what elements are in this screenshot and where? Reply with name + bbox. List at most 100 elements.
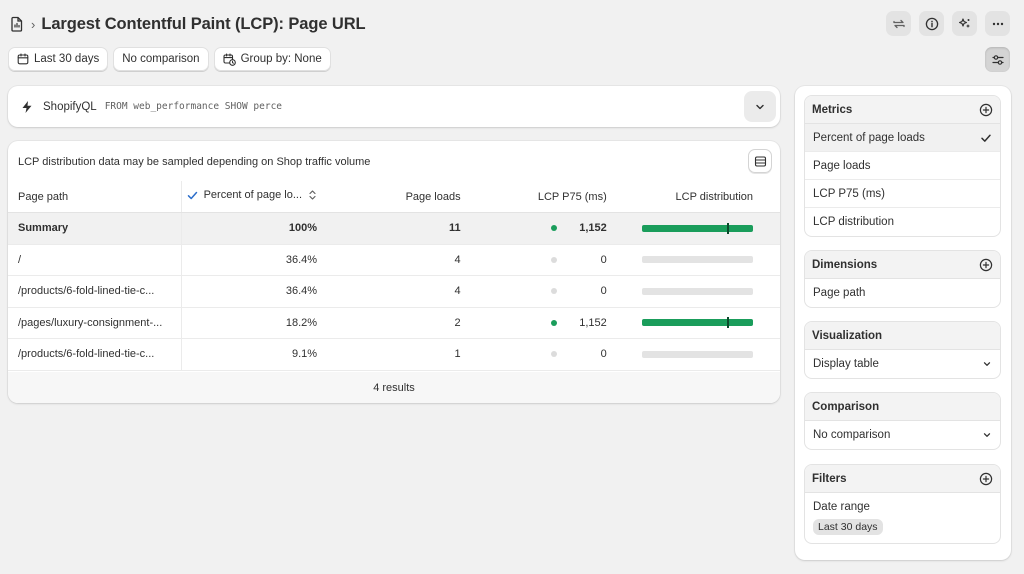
metric-item-lcp-p75[interactable]: LCP P75 (ms): [805, 180, 1000, 208]
column-header-percent[interactable]: Percent of page lo...: [181, 181, 318, 213]
filter-item-label: Date range: [813, 501, 870, 513]
comparison-select[interactable]: No comparison: [805, 421, 1000, 449]
row-distribution: [606, 307, 780, 339]
row-lcp-value: 0: [600, 285, 607, 298]
metric-item-label: Percent of page loads: [813, 131, 925, 144]
column-header-percent-label: Percent of page lo...: [203, 189, 303, 202]
row-lcp-value: 0: [600, 253, 607, 266]
table-header-row: Page path Percent of page lo... Page loa…: [8, 181, 780, 213]
row-lcp-value: 0: [600, 348, 607, 361]
add-filter-icon[interactable]: [979, 472, 993, 486]
metric-item-lcp-distribution[interactable]: LCP distribution: [805, 208, 1000, 236]
more-button[interactable]: [985, 11, 1010, 36]
distribution-bar: [642, 317, 753, 329]
refresh-button[interactable]: [886, 11, 911, 36]
filters-title: Filters: [812, 472, 847, 485]
sliders-icon: [991, 53, 1005, 67]
row-distribution: [606, 275, 780, 308]
status-dot: [550, 319, 557, 326]
distribution-bar: [642, 350, 753, 358]
metric-item-page-loads[interactable]: Page loads: [805, 152, 1000, 180]
chevron-down-icon: [982, 359, 992, 369]
column-header-lcp-distribution[interactable]: LCP distribution: [606, 181, 780, 213]
customize-settings-button[interactable]: [985, 47, 1010, 72]
checkmark-icon: [187, 190, 198, 201]
visualization-value: Display table: [813, 358, 879, 370]
row-percent: 36.4%: [181, 275, 318, 308]
query-code[interactable]: FROM web_performance SHOW perce: [105, 101, 282, 112]
filters-header: Filters: [805, 465, 1000, 493]
summary-distribution: [606, 212, 780, 245]
table-row[interactable]: / 36.4% 4 0: [8, 244, 780, 276]
metric-item-label: LCP P75 (ms): [813, 187, 886, 200]
distribution-bar: [642, 256, 753, 264]
comparison-title: Comparison: [812, 400, 880, 413]
more-icon: [991, 17, 1005, 31]
distribution-bar: [642, 287, 753, 295]
row-page-path: /pages/luxury-consignment-...: [8, 307, 182, 339]
chevron-down-icon: [982, 430, 992, 440]
sparkle-icon: [958, 17, 972, 31]
visualization-section: Visualization Display table: [805, 322, 1000, 378]
row-page-path: /products/6-fold-lined-tie-c...: [8, 338, 182, 371]
metrics-section: Metrics Percent of page loads Page loads…: [805, 96, 1000, 236]
comparison-header: Comparison: [805, 393, 1000, 421]
dimensions-header: Dimensions: [805, 251, 1000, 279]
header-actions: [886, 11, 1010, 36]
report-table-card: LCP distribution data may be sampled dep…: [8, 141, 780, 403]
visualization-header: Visualization: [805, 322, 1000, 350]
table-row[interactable]: /pages/luxury-consignment-... 18.2% 2 1,…: [8, 307, 780, 339]
status-dot: [550, 225, 557, 232]
filter-chip[interactable]: Last 30 days: [813, 519, 883, 535]
sampling-notice: LCP distribution data may be sampled dep…: [18, 156, 371, 168]
table-view-button[interactable]: [748, 149, 772, 173]
comparison-value: No comparison: [813, 429, 891, 441]
date-range-button[interactable]: Last 30 days: [8, 47, 109, 71]
dimension-item-label: Page path: [813, 287, 866, 299]
comparison-button[interactable]: No comparison: [113, 47, 209, 71]
column-header-lcp-p75[interactable]: LCP P75 (ms): [460, 181, 607, 213]
metric-item-percent-of-page-loads[interactable]: Percent of page loads: [805, 124, 1000, 152]
sidekick-button[interactable]: [952, 11, 977, 36]
summary-label: Summary: [8, 212, 182, 245]
metric-item-label: Page loads: [813, 159, 871, 172]
row-page-loads: 2: [317, 307, 461, 339]
status-dot: [550, 351, 557, 358]
row-lcp: 0: [460, 338, 607, 371]
visualization-select[interactable]: Display table: [805, 350, 1000, 378]
report-table: Page path Percent of page lo... Page loa…: [8, 181, 780, 371]
visualization-title: Visualization: [812, 329, 883, 342]
group-by-label: Group by: None: [240, 53, 322, 65]
expand-query-button[interactable]: [744, 91, 776, 122]
shopifyql-editor[interactable]: ShopifyQL FROM web_performance SHOW perc…: [8, 86, 780, 127]
page-header: › Largest Contentful Paint (LCP): Page U…: [10, 12, 366, 36]
row-percent: 36.4%: [181, 244, 318, 276]
refresh-icon: [892, 17, 906, 31]
summary-lcp-value: 1,152: [579, 222, 607, 235]
distribution-bar-fill: [642, 224, 753, 232]
add-dimension-icon[interactable]: [979, 258, 993, 272]
distribution-bar-marker: [727, 317, 729, 329]
table-row[interactable]: /products/6-fold-lined-tie-c... 36.4% 4 …: [8, 275, 780, 308]
group-by-button[interactable]: Group by: None: [213, 47, 331, 71]
dimension-item-page-path[interactable]: Page path: [805, 279, 1000, 307]
add-metric-icon[interactable]: [979, 103, 993, 117]
column-header-page-path[interactable]: Page path: [8, 181, 182, 213]
table-row[interactable]: /products/6-fold-lined-tie-c... 9.1% 1 0: [8, 338, 780, 371]
calendar-clock-icon: [223, 52, 236, 66]
dimensions-title: Dimensions: [812, 258, 878, 271]
filters-section: Filters Date range Last 30 days: [805, 465, 1000, 543]
summary-percent: 100%: [181, 212, 318, 245]
page-title: Largest Contentful Paint (LCP): Page URL: [41, 14, 366, 33]
summary-row: Summary 100% 11 1,152: [8, 212, 780, 245]
distribution-bar-fill: [642, 319, 753, 327]
info-button[interactable]: [919, 11, 944, 36]
table-icon: [754, 155, 767, 168]
sort-icon: [308, 189, 317, 201]
column-header-page-loads[interactable]: Page loads: [317, 181, 461, 213]
date-range-label: Last 30 days: [34, 53, 100, 65]
status-dot: [550, 288, 557, 295]
row-percent: 9.1%: [181, 338, 318, 371]
filter-item-date-range[interactable]: Date range Last 30 days: [805, 493, 1000, 543]
comparison-label: No comparison: [122, 53, 200, 65]
